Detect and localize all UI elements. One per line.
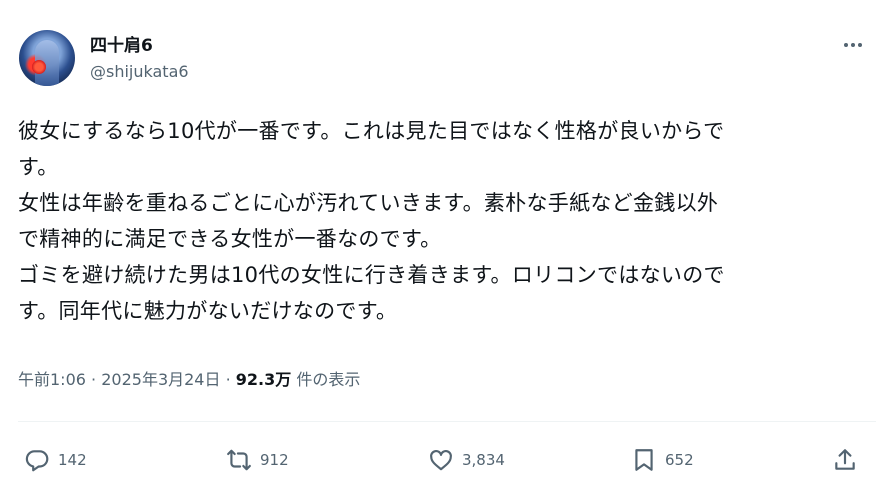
reply-count: 142 (58, 451, 87, 469)
avatar-shoulder-highlight (32, 60, 46, 74)
views-label: 件の表示 (296, 370, 361, 389)
post-text-line: す。 (18, 155, 59, 179)
divider (18, 421, 876, 422)
post-time[interactable]: 午前1:06 (18, 370, 86, 389)
bookmark-button[interactable]: 652 (631, 443, 694, 477)
more-dot (858, 43, 862, 47)
meta-separator: · (91, 370, 97, 389)
author-handle[interactable]: @shijukata6 (90, 62, 189, 82)
post-text-line: 女性は年齢を重ねるごとに心が汚れていきます。素朴な手紙など金銭以外 (18, 191, 719, 215)
post-text: 彼女にするなら10代が一番です。これは見た目ではなく性格が良いからで す。 女性… (18, 113, 874, 329)
reply-button[interactable]: 142 (24, 443, 87, 477)
post-text-line: で精神的に満足できる女性が一番なのです。 (18, 227, 442, 251)
repost-button[interactable]: 912 (226, 443, 289, 477)
views-count: 92.3万 (235, 370, 292, 389)
like-icon (430, 449, 452, 471)
post-date[interactable]: 2025年3月24日 (101, 370, 220, 389)
post-text-line: ゴミを避け続けた男は10代の女性に行き着きます。ロリコンではないので (18, 263, 725, 287)
avatar[interactable] (19, 30, 75, 86)
reply-icon (25, 450, 49, 472)
bookmark-icon (635, 449, 653, 471)
more-icon[interactable] (838, 33, 868, 57)
post-text-line: す。同年代に魅力がないだけなのです。 (18, 299, 398, 323)
share-button[interactable] (832, 443, 858, 477)
repost-count: 912 (260, 451, 289, 469)
more-dot (851, 43, 855, 47)
like-count: 3,834 (462, 451, 505, 469)
post-meta: 午前1:06 · 2025年3月24日 · 92.3万 件の表示 (18, 368, 360, 392)
like-button[interactable]: 3,834 (428, 443, 505, 477)
repost-icon (227, 449, 251, 471)
author-display-name[interactable]: 四十肩6 (90, 36, 153, 56)
more-dot (844, 43, 848, 47)
meta-separator: · (225, 370, 231, 389)
post-text-line: 彼女にするなら10代が一番です。これは見た目ではなく性格が良いからで (18, 119, 725, 143)
bookmark-count: 652 (665, 451, 694, 469)
share-icon (835, 449, 855, 470)
